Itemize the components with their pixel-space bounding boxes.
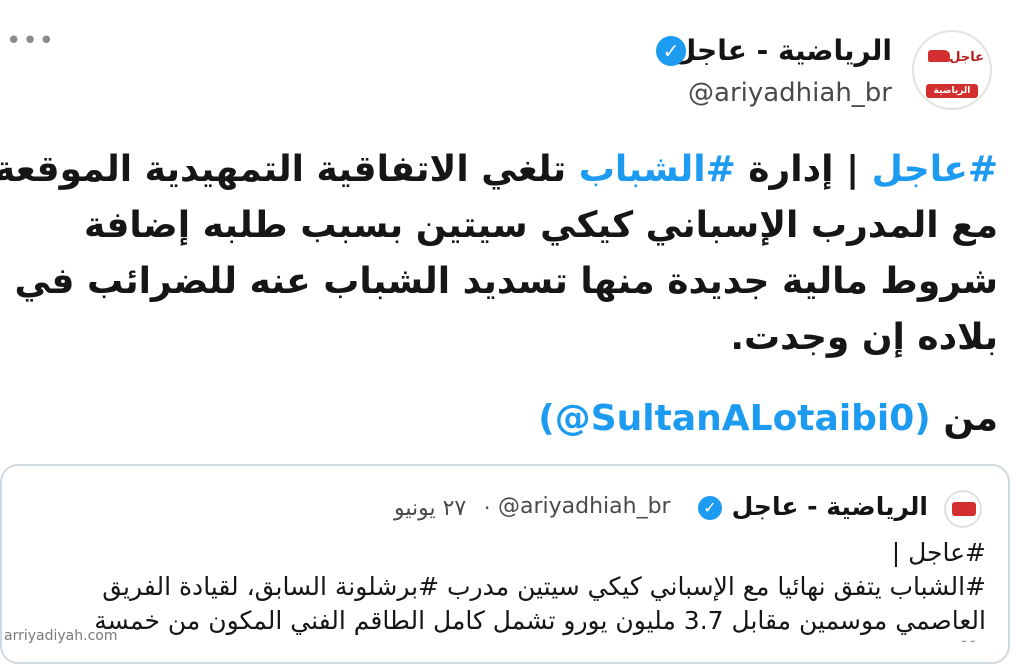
quoted-tweet-card[interactable]: الرياضية - عاجل ✓ @ariyadhiah_br · ٢٧ يو… — [0, 464, 1010, 664]
avatar-brand-top: عاجل — [949, 50, 984, 65]
quote-line-2: #الشباب يتفق نهائيا مع الإسباني كيكي سيت… — [102, 572, 986, 601]
hashtag-link[interactable]: #الشباب — [579, 149, 736, 190]
corner-decoration: ـ ـ — [962, 630, 975, 646]
tweet-line-1: #عاجل | إدارة #الشباب تلغي الاتفاقية الت… — [0, 142, 998, 198]
more-options-icon[interactable]: ••• — [6, 26, 55, 56]
quote-date[interactable]: ٢٧ يونيو — [394, 496, 466, 521]
hashtag-link[interactable]: #عاجل — [872, 149, 998, 190]
tweet-text-fragment: تلغي الاتفاقية التمهيدية الموقعة — [0, 149, 579, 190]
verified-icon: ✓ — [656, 36, 686, 66]
quote-avatar[interactable] — [944, 490, 982, 528]
account-handle[interactable]: @ariyadhiah_br — [688, 78, 892, 108]
mention-link[interactable]: (@SultanALotaibi0) — [538, 398, 930, 439]
tweet-line-2: مع المدرب الإسباني كيكي سيتين بسبب طلبه … — [83, 205, 998, 246]
account-name[interactable]: الرياضية - عاجل — [672, 34, 892, 67]
quote-handle[interactable]: @ariyadhiah_br — [498, 494, 671, 519]
verified-icon: ✓ — [698, 496, 722, 520]
brand-logo-shape — [952, 502, 976, 516]
quote-text: #عاجل | #الشباب يتفق نهائيا مع الإسباني … — [2, 536, 986, 638]
quote-line-1: #عاجل | — [891, 538, 986, 567]
brand-logo-shape — [928, 50, 950, 62]
tweet-text: #عاجل | إدارة #الشباب تلغي الاتفاقية الت… — [0, 142, 998, 366]
attribution-line: من (@SultanALotaibi0) — [538, 398, 998, 439]
from-label: من — [943, 398, 998, 439]
separator-dot: · — [484, 496, 491, 520]
quote-line-3: العاصمي موسمين مقابل 3.7 مليون يورو تشمل… — [94, 606, 986, 635]
avatar-brand-bottom: الرياضية — [926, 84, 978, 98]
tweet-text-fragment: | إدارة — [735, 149, 872, 190]
tweet-line-4: بلاده إن وجدت. — [730, 317, 998, 358]
tweet-line-3: شروط مالية جديدة منها تسديد الشباب عنه ل… — [14, 261, 998, 302]
quote-account-name[interactable]: الرياضية - عاجل — [732, 492, 928, 521]
watermark: arriyadiyah.com — [4, 628, 118, 644]
avatar[interactable]: عاجل الرياضية — [912, 30, 992, 110]
